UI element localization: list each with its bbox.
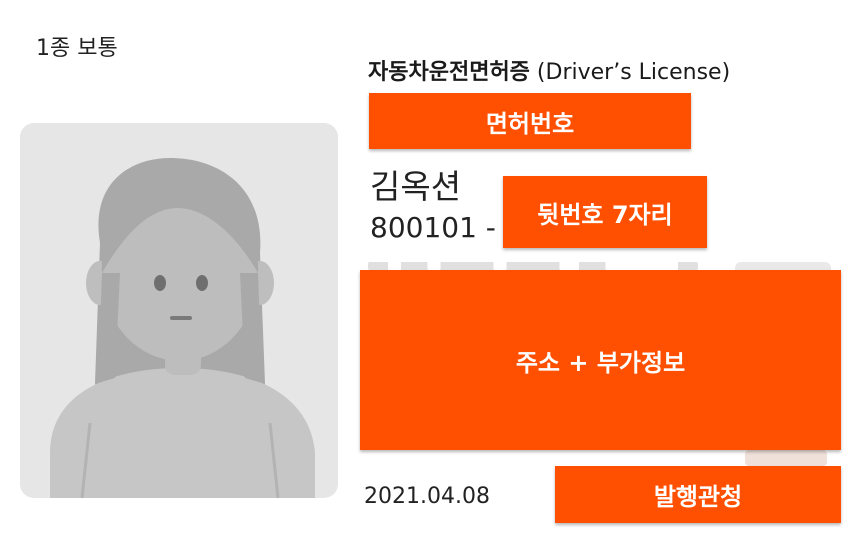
address-text-residue [368,262,698,270]
seal-residue [745,450,827,466]
address-mask: 주소 + 부가정보 [360,270,841,450]
license-class: 1종 보통 [36,36,118,61]
person-silhouette-icon [50,158,315,498]
license-number-mask: 면허번호 [369,93,691,149]
issuer-mask: 발행관청 [555,466,841,523]
issue-date: 2021.04.08 [364,484,490,509]
id-photo [20,123,338,498]
rrn-back-mask: 뒷번호 7자리 [503,176,707,248]
card-title-korean: 자동차운전면허증 [368,60,530,85]
holder-name: 김옥션 [370,167,462,206]
resident-number-front: 800101 - [370,211,496,244]
card-title: 자동차운전면허증 (Driver’s License) [368,54,730,86]
card-title-english: (Driver’s License) [536,60,731,85]
